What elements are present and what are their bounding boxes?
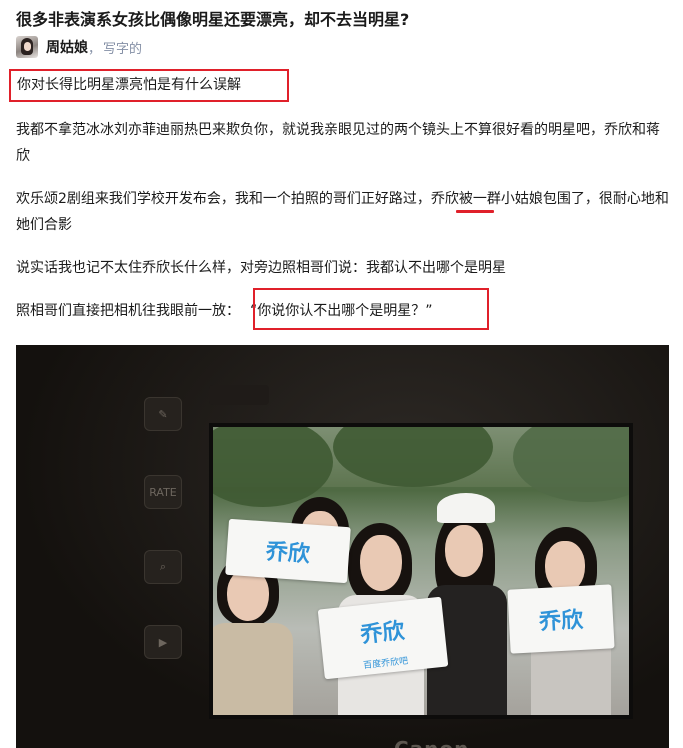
paragraph-1: 我都不拿范冰冰刘亦菲迪丽热巴来欺负你，就说我亲眼见过的两个镜头上不算很好看的明星… xyxy=(16,122,660,164)
highlight-underline xyxy=(456,210,494,213)
author-separator: ， xyxy=(88,41,102,57)
author-bio: 写字的 xyxy=(103,41,143,57)
photo-sign-text: 乔欣 xyxy=(264,539,311,568)
camera-play-button-icon: ▶ xyxy=(144,625,182,659)
camera-screen: 乔欣 乔欣 百度乔欣吧 乔欣 xyxy=(209,423,633,719)
paragraph-4-prefix: 照相哥们直接把相机往我眼前一放： xyxy=(16,303,240,319)
paragraph-2: 欢乐颂2剧组来我们学校开发布会，我和一个拍照的哥们正好路过，乔欣被一群小姑娘包围… xyxy=(16,191,669,233)
avatar[interactable] xyxy=(16,36,38,58)
camera-edit-button-icon: ✎ xyxy=(144,397,182,431)
article-photo[interactable]: ✎ RATE ⌕ ▶ 乔欣 乔欣 百度乔欣吧 乔欣 xyxy=(16,345,669,748)
author-row: 周姑娘 ， 写字的 xyxy=(16,36,142,58)
article-title[interactable]: 很多非表演系女孩比偶像明星还要漂亮，却不去当明星? xyxy=(16,10,673,30)
photo-sign: 乔欣 百度乔欣吧 xyxy=(317,596,449,680)
camera-rate-button-icon: RATE xyxy=(144,475,182,509)
photo-sign: 乔欣 xyxy=(225,518,351,584)
paragraph-3: 说实话我也记不太住乔欣长什么样，对旁边照相哥们说：我都认不出哪个是明星 xyxy=(16,260,506,276)
photo-sign: 乔欣 xyxy=(507,584,615,654)
camera-top-panel xyxy=(209,385,269,405)
camera-brand-logo: Canon xyxy=(394,737,469,748)
highlight-box-quote xyxy=(253,288,489,330)
photo-sign-text: 乔欣 xyxy=(538,607,584,636)
author-name[interactable]: 周姑娘 xyxy=(46,37,88,57)
photo-sign-text: 乔欣 xyxy=(359,618,406,649)
highlight-answer-text: 你对长得比明星漂亮怕是有什么误解 xyxy=(17,77,241,93)
camera-zoom-button-icon: ⌕ xyxy=(144,550,182,584)
